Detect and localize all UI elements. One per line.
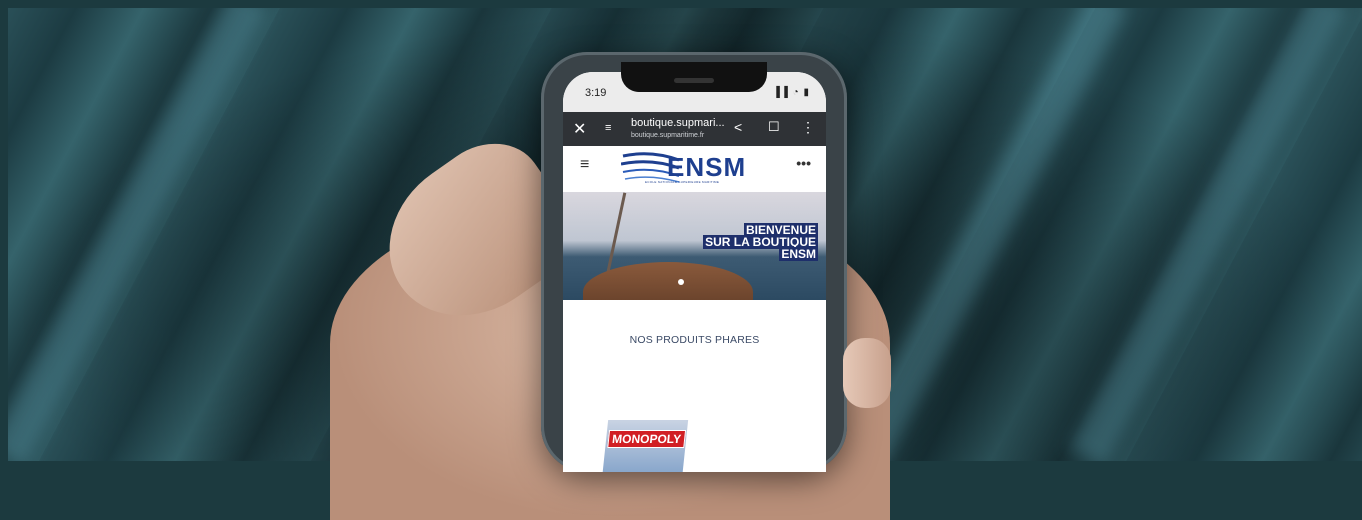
site-header: ≡ ENSM ECOLE NATIONALE SUPERIEURE MARITI…	[563, 146, 826, 192]
hamburger-menu-icon[interactable]: ≡	[580, 156, 589, 174]
logo-subtitle: ECOLE NATIONALE SUPERIEURE MARITIME	[645, 180, 720, 184]
phone-notch	[621, 62, 767, 92]
background-streak	[1068, 8, 1348, 461]
close-icon[interactable]: ✕	[573, 119, 586, 139]
bookmark-icon[interactable]: ☐	[768, 119, 780, 135]
phone-speaker	[674, 78, 714, 83]
section-title: NOS PRODUITS PHARES	[629, 334, 760, 346]
page-url[interactable]: boutique.supmaritime.fr	[631, 132, 704, 139]
ensm-logo[interactable]: ENSM	[667, 152, 746, 183]
hero-banner[interactable]: BIENVENUE SUR LA BOUTIQUE ENSM	[563, 192, 826, 300]
boat-mast	[606, 192, 627, 272]
browser-url-bar: ✕ ≡ boutique.supmari... boutique.supmari…	[563, 112, 826, 146]
site-settings-icon[interactable]: ≡	[605, 122, 611, 134]
product-card[interactable]: MONOPOLY	[601, 420, 689, 472]
status-time: 3:19	[585, 87, 607, 99]
background-streak	[848, 8, 1128, 461]
share-icon[interactable]: <	[734, 119, 742, 135]
finger	[843, 338, 891, 408]
signal-wifi-battery-icon: ▐▐ ◔ ▮	[772, 87, 810, 98]
hero-text: BIENVENUE SUR LA BOUTIQUE ENSM	[703, 223, 818, 261]
carousel-dot[interactable]	[678, 279, 684, 285]
more-icon[interactable]: •••	[796, 155, 811, 171]
phone-screen: 3:19 ▐▐ ◔ ▮ ✕ ≡ boutique.supmari... bout…	[563, 72, 826, 472]
page-title[interactable]: boutique.supmari...	[631, 117, 725, 129]
hero-line-3: ENSM	[779, 247, 818, 261]
more-menu-icon[interactable]: ⋮	[801, 119, 815, 136]
product-name: MONOPOLY	[607, 430, 687, 448]
background-streak	[8, 8, 268, 461]
